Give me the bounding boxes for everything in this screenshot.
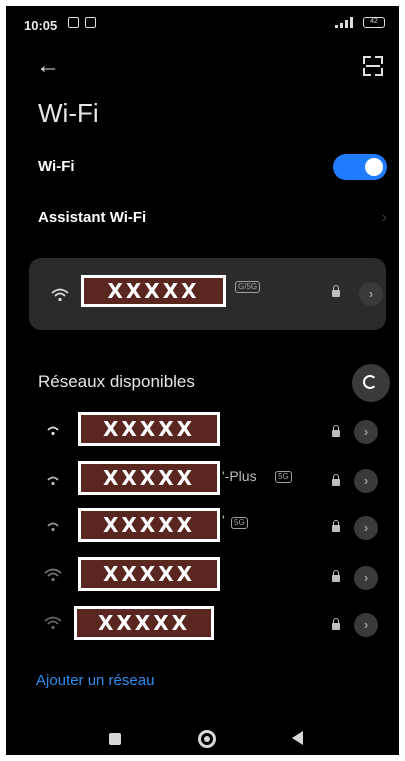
lock-icon	[332, 570, 340, 582]
connected-network-card[interactable]: XXXXX G/5G ›	[29, 258, 386, 330]
wifi-toggle-label: Wi-Fi	[38, 158, 75, 175]
battery-level: 42	[370, 18, 378, 25]
phone-screen: 10:05 42 ← Wi-Fi Wi-Fi Assistant Wi-Fi ›…	[6, 6, 399, 755]
redacted-network-name: XXXXX	[78, 412, 220, 446]
toggle-knob	[365, 158, 383, 176]
notification-icon	[85, 17, 96, 28]
redacted-network-name: XXXXX	[78, 557, 220, 591]
arrow-left-icon[interactable]: ←	[36, 52, 60, 80]
lock-icon	[332, 474, 340, 486]
system-nav-bar	[6, 716, 399, 755]
signal-icon	[335, 17, 357, 28]
add-network-link[interactable]: Ajouter un réseau	[36, 672, 154, 689]
redacted-network-name: XXXXX	[78, 461, 220, 495]
status-time: 10:05	[24, 18, 58, 33]
status-bar: 10:05 42	[6, 6, 399, 38]
home-icon[interactable]	[198, 730, 216, 748]
chevron-right-icon: ›	[381, 209, 387, 226]
scan-qr-icon[interactable]	[363, 56, 383, 76]
wifi-signal-icon	[51, 288, 69, 302]
band-badge: 5G	[275, 471, 292, 483]
network-details-button[interactable]: ›	[354, 566, 378, 590]
assistant-wifi-label: Assistant Wi-Fi	[38, 209, 147, 226]
redacted-network-name: XXXXX	[81, 275, 226, 307]
refresh-button[interactable]	[352, 364, 390, 402]
back-triangle-icon[interactable]	[292, 731, 303, 745]
assistant-wifi-row[interactable]: Assistant Wi-Fi	[38, 209, 385, 239]
lock-icon	[332, 285, 340, 297]
band-badge: G/5G	[235, 281, 261, 293]
status-notification-icons	[68, 17, 96, 28]
available-networks-label: Réseaux disponibles	[38, 372, 195, 391]
network-details-button[interactable]: ›	[359, 282, 383, 306]
wifi-signal-icon	[47, 522, 59, 532]
network-name-suffix: '-Plus	[222, 468, 257, 484]
wifi-toggle[interactable]	[333, 154, 387, 180]
wifi-signal-icon	[44, 616, 62, 630]
redacted-network-name: XXXXX	[74, 606, 214, 640]
network-details-button[interactable]: ›	[354, 420, 378, 444]
lock-icon	[332, 520, 340, 532]
network-name-suffix: '	[222, 512, 225, 528]
wifi-signal-icon	[47, 476, 59, 486]
wifi-signal-icon	[44, 568, 62, 582]
battery-icon: 42	[363, 17, 385, 28]
band-badge: 5G	[231, 517, 248, 529]
wifi-signal-icon	[47, 426, 59, 436]
page-title: Wi-Fi	[38, 98, 99, 128]
lock-icon	[332, 618, 340, 630]
recents-icon[interactable]	[109, 733, 121, 745]
lock-icon	[332, 425, 340, 437]
network-details-button[interactable]: ›	[354, 613, 378, 637]
status-right-icons: 42	[335, 17, 385, 28]
network-details-button[interactable]: ›	[354, 469, 378, 493]
redacted-network-name: XXXXX	[78, 508, 220, 542]
notification-icon	[68, 17, 79, 28]
top-bar: ←	[6, 46, 399, 86]
refresh-icon	[363, 375, 377, 389]
network-details-button[interactable]: ›	[354, 516, 378, 540]
